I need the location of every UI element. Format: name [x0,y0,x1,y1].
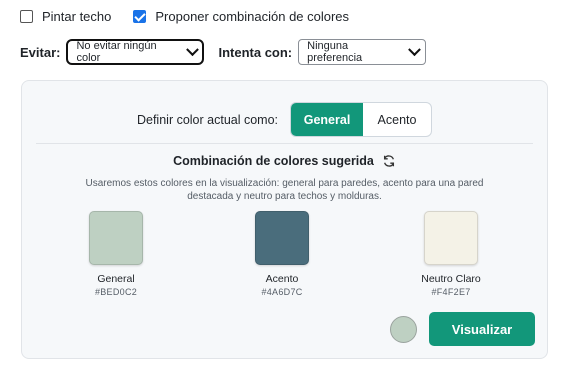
segment-general-button[interactable]: General [291,103,364,136]
swatch-accent-name: Acento [265,273,299,285]
visualize-button[interactable]: Visualizar [429,312,535,346]
avoid-select[interactable]: No evitar ningún color [66,39,205,65]
propose-combination-checkbox[interactable]: Proponer combinación de colores [133,9,349,24]
try-with-select-value: Ninguna preferencia [307,40,363,64]
chevron-down-icon [185,42,199,56]
color-combination-panel: Definir color actual como: General Acent… [21,80,548,359]
swatch-accent-hex: #4A6D7C [261,287,303,297]
swatch-general-color[interactable] [89,211,143,265]
swatch-neutral[interactable]: Neutro Claro #F4F2E7 [406,211,496,297]
avoid-select-value: No evitar ningún color [76,40,157,64]
swatch-general-hex: #BED0C2 [94,287,138,297]
segment-accent-button[interactable]: Acento [363,103,431,136]
swatch-accent[interactable]: Acento #4A6D7C [237,211,327,297]
paint-ceiling-checkbox[interactable]: Pintar techo [20,9,111,24]
paint-ceiling-checkbox-box[interactable] [20,9,33,23]
swatch-accent-color[interactable] [255,211,309,265]
try-with-label: Intenta con: [218,44,293,60]
refresh-icon[interactable] [382,154,396,168]
swatch-general[interactable]: General #BED0C2 [71,211,161,297]
paint-ceiling-label: Pintar techo [42,8,112,24]
swatch-neutral-name: Neutro Claro [421,273,481,285]
filters-row: Evitar: No evitar ningún color Intenta c… [20,38,427,66]
define-current-color-label: Definir color actual como: [136,112,279,127]
paint-options-row: Pintar techo Proponer combinación de col… [20,6,349,26]
color-role-toggle: General Acento [290,102,433,137]
swatch-general-name: General [97,273,135,285]
chevron-down-icon [408,42,422,56]
swatch-neutral-hex: #F4F2E7 [431,287,471,297]
avoid-label: Evitar: [20,44,61,60]
define-current-color-row: Definir color actual como: General Acent… [22,102,547,137]
propose-combination-checkbox-box[interactable] [133,9,147,23]
try-with-select[interactable]: Ninguna preferencia [298,39,427,65]
suggestion-description: Usaremos estos colores en la visualizaci… [85,178,484,202]
panel-divider [36,143,533,144]
suggested-combination-title: Combinación de colores sugerida [22,154,547,168]
suggested-combination-title-text: Combinación de colores sugerida [173,154,374,168]
propose-combination-label: Proponer combinación de colores [155,8,350,24]
current-color-dot [390,316,417,343]
swatch-neutral-color[interactable] [424,211,478,265]
